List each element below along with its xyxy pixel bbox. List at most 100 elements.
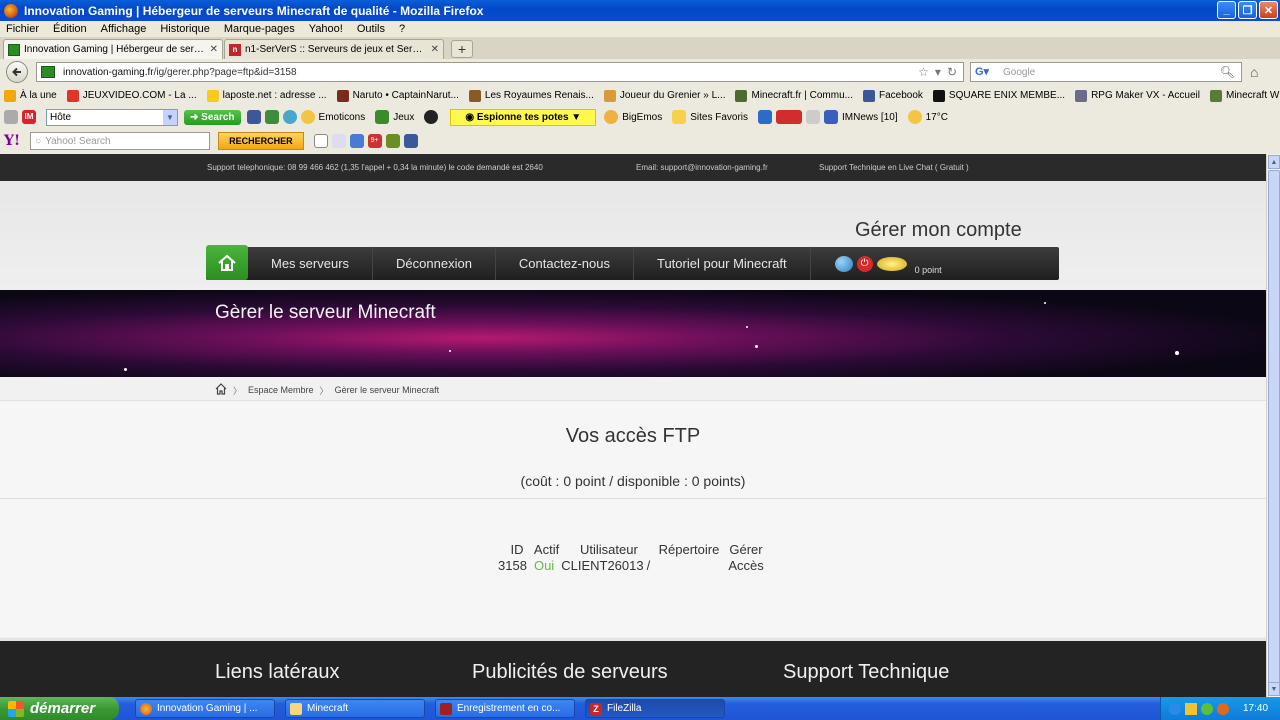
imnews-icon[interactable] [824, 110, 839, 124]
scroll-up-arrow-icon[interactable]: ▲ [1268, 155, 1280, 169]
support-live-chat[interactable]: Support Technique en Live Chat ( Gratuit… [819, 163, 969, 172]
game-icon[interactable] [375, 110, 390, 124]
espionne-button[interactable]: ◉ Espionne tes potes ▼ [450, 108, 597, 126]
breadcrumb-espace-membre[interactable]: Espace Membre [248, 385, 314, 395]
bigemos-label[interactable]: BigEmos [622, 112, 662, 123]
menu-help[interactable]: ? [399, 23, 405, 35]
hi5-icon[interactable] [264, 110, 279, 124]
toolbar-search-button[interactable]: ➜ Search [184, 109, 241, 125]
home-button[interactable] [206, 245, 248, 280]
yahoo-mail-icon[interactable] [349, 134, 364, 148]
emoticon-smiley-icon[interactable] [300, 110, 315, 124]
bookmark-naruto[interactable]: Naruto • CaptainNarut... [336, 89, 459, 102]
tab-close-icon[interactable]: ✕ [431, 44, 439, 55]
bookmark-joueur-du-grenier[interactable]: Joueur du Grenier » L... [603, 89, 725, 102]
menu-bar: Fichier Édition Affichage Historique Mar… [0, 21, 1280, 37]
tab-label: n1-SerVerS :: Serveurs de jeux et Servic… [245, 44, 427, 55]
spy-icon[interactable] [424, 110, 439, 124]
cell-utilisateur: CLIENT26013 [561, 558, 644, 573]
bookmark-laposte[interactable]: laposte.net : adresse ... [206, 89, 327, 102]
tray-update-icon[interactable] [1201, 702, 1213, 715]
tab-innovation-gaming[interactable]: Innovation Gaming | Hébergeur de serve..… [3, 39, 223, 59]
bookmark-jeuxvideo[interactable]: JEUXVIDEO.COM - La ... [66, 89, 197, 102]
task-enregistrement[interactable]: Enregistrement en co... [435, 699, 575, 718]
tray-network-icon[interactable] [1169, 702, 1181, 715]
nav-mes-serveurs[interactable]: Mes serveurs [248, 247, 374, 280]
new-tab-button[interactable]: + [451, 40, 473, 58]
emoticons-label[interactable]: Emoticons [319, 112, 366, 123]
page-icon[interactable] [331, 134, 346, 148]
settings-icon[interactable] [4, 110, 18, 124]
url-dropdown-icon[interactable]: ▾ [935, 65, 941, 79]
facebook-yahoo-icon[interactable] [403, 134, 418, 148]
bookmark-minecraft-fr[interactable]: Minecraft.fr | Commu... [735, 89, 853, 102]
games-icon[interactable] [385, 134, 400, 148]
task-firefox[interactable]: Innovation Gaming | ... [135, 699, 275, 718]
youtube-icon[interactable] [776, 110, 803, 124]
rechercher-button[interactable]: RECHERCHER [218, 132, 304, 150]
search-type-select[interactable]: Hôte ▼ [46, 108, 178, 126]
task-filezilla[interactable]: Z FileZilla [585, 699, 725, 718]
im-icon[interactable]: IM [22, 110, 36, 124]
task-label: Minecraft [307, 703, 349, 714]
scroll-thumb[interactable] [1268, 170, 1280, 685]
jeux-label[interactable]: Jeux [393, 112, 414, 123]
sites-favoris-label[interactable]: Sites Favoris [690, 112, 748, 123]
messenger-people-icon[interactable] [758, 110, 773, 124]
nav-contactez-nous[interactable]: Contactez-nous [496, 247, 634, 280]
tab-close-icon[interactable]: ✕ [210, 44, 218, 55]
url-bar[interactable]: innovation-gaming.fr/ig/gerer.php?page=f… [36, 62, 964, 82]
favorites-star-icon[interactable] [672, 110, 687, 124]
home-icon[interactable]: ⌂ [1250, 64, 1258, 80]
task-minecraft[interactable]: Minecraft [285, 699, 425, 718]
tray-security-icon[interactable] [1185, 702, 1197, 715]
menu-outils[interactable]: Outils [357, 23, 385, 35]
support-email[interactable]: Email: support@innovation-gaming.fr [636, 163, 768, 172]
menu-fichier[interactable]: Fichier [6, 23, 39, 35]
search-icon[interactable]: 🔍︎ [1220, 65, 1235, 79]
back-button[interactable] [6, 61, 28, 83]
cell-gerer-acces-link[interactable]: Accès [720, 558, 764, 574]
close-window-button[interactable]: ✕ [1259, 1, 1278, 19]
bookmark-a-la-une[interactable]: À la une [4, 89, 57, 102]
coins-icon [876, 256, 907, 271]
bookmark-royaumes[interactable]: Les Royaumes Renais... [468, 89, 594, 102]
nav-tutoriel-minecraft[interactable]: Tutoriel pour Minecraft [634, 247, 811, 280]
menu-marque-pages[interactable]: Marque-pages [224, 23, 295, 35]
yahoo-search-input[interactable]: ○ Yahoo! Search [30, 132, 211, 150]
minimize-button[interactable]: _ [1217, 1, 1236, 19]
bookmark-facebook[interactable]: Facebook [863, 89, 923, 102]
tab-n1-servers[interactable]: n n1-SerVerS :: Serveurs de jeux et Serv… [224, 39, 444, 59]
rpg-maker-icon [1075, 89, 1088, 102]
amazon-icon[interactable] [313, 134, 328, 148]
clock[interactable]: 17:40 [1243, 703, 1268, 714]
imnews-label[interactable]: IMNews [10] [842, 112, 898, 123]
bigemos-icon[interactable] [604, 110, 619, 124]
messenger-icon[interactable] [282, 110, 297, 124]
google-engine-icon[interactable]: G▾ [975, 65, 993, 79]
reload-icon[interactable]: ↻ [947, 65, 957, 79]
tray-alert-icon[interactable] [1217, 702, 1229, 715]
yahoo-logo[interactable]: Y! [4, 133, 20, 149]
menu-yahoo[interactable]: Yahoo! [309, 23, 343, 35]
power-icon[interactable]: ⏻ [856, 255, 873, 272]
home-outline-icon[interactable] [215, 383, 227, 397]
bookmark-star-icon[interactable]: ☆ [918, 65, 929, 79]
menu-affichage[interactable]: Affichage [101, 23, 147, 35]
yahoo-search-placeholder: Yahoo! Search [45, 135, 111, 147]
menu-edition[interactable]: Édition [53, 23, 87, 35]
nav-deconnexion[interactable]: Déconnexion [373, 247, 496, 280]
scroll-down-arrow-icon[interactable]: ▼ [1268, 682, 1280, 696]
web-search-box[interactable]: G▾ Google 🔍︎ [970, 62, 1242, 82]
bookmark-square-enix[interactable]: SQUARE ENIX MEMBE... [932, 89, 1065, 102]
bookmark-minecraft-wiki[interactable]: Minecraft Wiki [1209, 89, 1280, 102]
facebook-toolbar-icon[interactable] [246, 110, 261, 124]
start-button[interactable]: démarrer [0, 697, 119, 720]
users-icon[interactable] [834, 255, 853, 272]
menu-historique[interactable]: Historique [160, 23, 210, 35]
vertical-scrollbar[interactable]: ▲ ▼ [1266, 154, 1280, 697]
bookmark-rpg-maker[interactable]: RPG Maker VX - Accueil [1075, 89, 1200, 102]
maximize-button[interactable]: ❐ [1238, 1, 1257, 19]
mail-icon[interactable] [806, 110, 821, 124]
notifications-badge[interactable]: 9+ [367, 134, 382, 148]
